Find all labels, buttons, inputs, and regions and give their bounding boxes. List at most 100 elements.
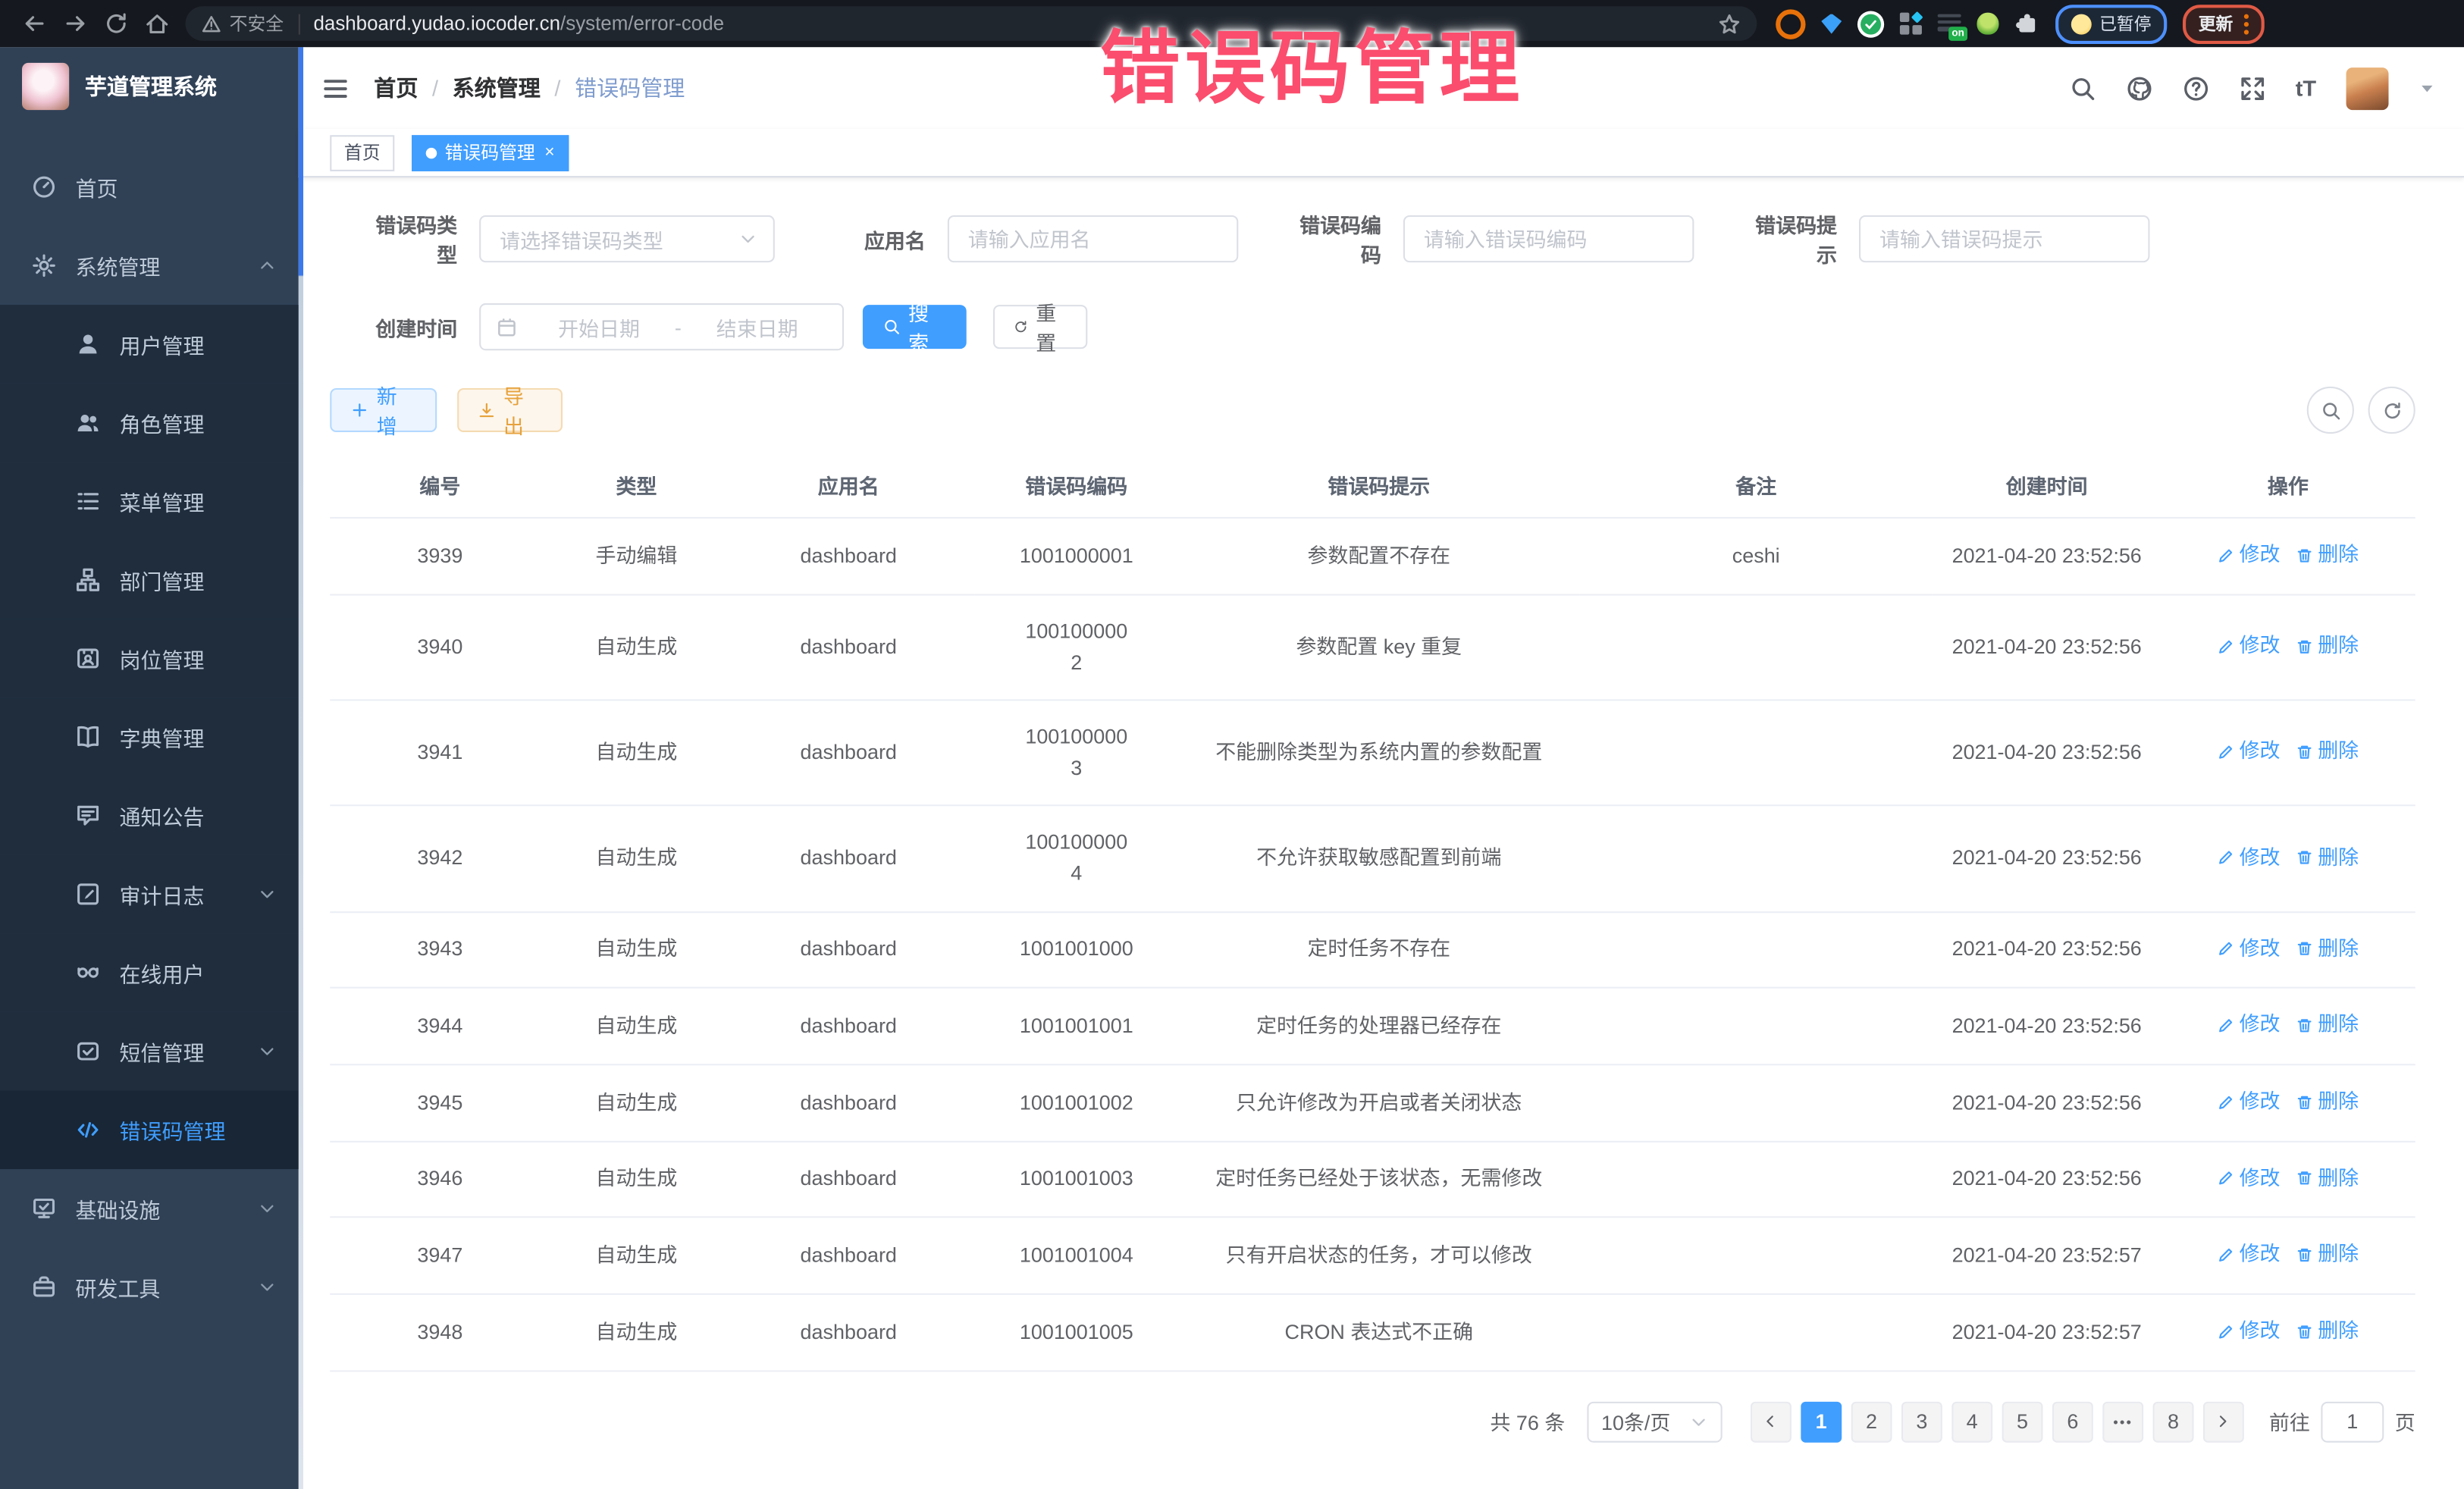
avatar-caret-icon[interactable] — [2419, 80, 2436, 97]
next-page-button[interactable] — [2203, 1401, 2244, 1442]
forward-icon[interactable] — [63, 11, 88, 36]
cell — [1579, 1064, 1933, 1141]
delete-link[interactable]: 删除 — [2296, 1239, 2359, 1271]
sidebar-item-4[interactable]: 菜单管理 — [0, 462, 299, 541]
page-button-5[interactable]: 5 — [2002, 1401, 2043, 1442]
toggle-search-button[interactable] — [2307, 387, 2354, 434]
tab-home[interactable]: 首页 — [330, 134, 394, 171]
delete-link[interactable]: 删除 — [2296, 1315, 2359, 1347]
extension-orange-icon[interactable] — [1776, 8, 1805, 38]
sidebar-item-10[interactable]: 在线用户 — [0, 933, 299, 1012]
page-button-1[interactable]: 1 — [1801, 1401, 1842, 1442]
cell: dashboard — [723, 911, 974, 988]
extensions-puzzle-icon[interactable] — [2014, 11, 2039, 36]
cell: ceshi — [1579, 518, 1933, 594]
github-icon[interactable] — [2126, 74, 2152, 101]
browser-update-button[interactable]: 更新 — [2183, 4, 2265, 43]
error-type-select[interactable]: 请选择错误码类型 — [479, 215, 775, 262]
delete-link[interactable]: 删除 — [2296, 736, 2359, 768]
close-tab-icon[interactable]: × — [544, 144, 554, 161]
edit-link[interactable]: 修改 — [2218, 933, 2281, 964]
reset-button[interactable]: 重置 — [993, 305, 1087, 349]
search-button[interactable]: 搜索 — [863, 305, 967, 349]
delete-link[interactable]: 删除 — [2296, 842, 2359, 873]
app-logo-row[interactable]: 芋道管理系统 — [0, 47, 299, 126]
edit-link[interactable]: 修改 — [2218, 1009, 2281, 1041]
breadcrumb-item-1[interactable]: 系统管理 — [453, 72, 541, 103]
page-button-4[interactable]: 4 — [1951, 1401, 1992, 1442]
delete-link[interactable]: 删除 — [2296, 933, 2359, 964]
edit-link[interactable]: 修改 — [2218, 1162, 2281, 1194]
error-hint-input-wrap — [1859, 215, 2149, 262]
edit-link[interactable]: 修改 — [2218, 736, 2281, 768]
page-button-8[interactable]: 8 — [2153, 1401, 2194, 1442]
delete-link[interactable]: 删除 — [2296, 630, 2359, 662]
edit-link[interactable]: 修改 — [2218, 842, 2281, 873]
badge-icon — [75, 646, 100, 671]
goto-page-input[interactable]: 1 — [2321, 1401, 2384, 1442]
refresh-table-button[interactable] — [2368, 387, 2415, 434]
date-range-picker[interactable]: 开始日期 - 结束日期 — [479, 303, 844, 350]
edit-link[interactable]: 修改 — [2218, 1086, 2281, 1118]
page-button-2[interactable]: 2 — [1851, 1401, 1892, 1442]
sidebar-item-6[interactable]: 岗位管理 — [0, 619, 299, 698]
sidebar-menu: 首页系统管理用户管理角色管理菜单管理部门管理岗位管理字典管理通知公告审计日志在线… — [0, 148, 299, 1327]
bookmark-star-icon[interactable] — [1717, 12, 1741, 36]
delete-link[interactable]: 删除 — [2296, 539, 2359, 571]
sidebar-item-3[interactable]: 角色管理 — [0, 384, 299, 462]
delete-link[interactable]: 删除 — [2296, 1009, 2359, 1041]
prev-page-button[interactable] — [1751, 1401, 1792, 1442]
delete-link[interactable]: 删除 — [2296, 1162, 2359, 1194]
sidebar-item-11[interactable]: 短信管理 — [0, 1012, 299, 1091]
reload-icon[interactable] — [104, 11, 129, 36]
sidebar-item-13[interactable]: 基础设施 — [0, 1169, 299, 1248]
tab-error-code[interactable]: 错误码管理× — [412, 134, 569, 171]
home-icon[interactable] — [145, 11, 170, 36]
kebab-menu-icon[interactable] — [2244, 14, 2249, 34]
app-name-input[interactable] — [949, 227, 1237, 251]
edit-link[interactable]: 修改 — [2218, 630, 2281, 662]
hamburger-icon[interactable] — [322, 74, 349, 101]
page-button-6[interactable]: 6 — [2052, 1401, 2093, 1442]
sidebar-scrollbar[interactable] — [299, 47, 303, 1489]
sidebar-item-8[interactable]: 通知公告 — [0, 776, 299, 855]
breadcrumb-separator: / — [432, 75, 438, 100]
sidebar-item-12[interactable]: 错误码管理 — [0, 1090, 299, 1169]
delete-link[interactable]: 删除 — [2296, 1086, 2359, 1118]
back-icon[interactable] — [22, 11, 47, 36]
page-button-3[interactable]: 3 — [1901, 1401, 1942, 1442]
profile-paused-chip[interactable]: 已暂停 — [2055, 4, 2167, 43]
sidebar-item-0[interactable]: 首页 — [0, 148, 299, 227]
actions-cell: 修改删除 — [2161, 1218, 2415, 1294]
sidebar-item-9[interactable]: 审计日志 — [0, 855, 299, 934]
cell: 定时任务已经处于该状态，无需修改 — [1179, 1141, 1580, 1218]
edit-link[interactable]: 修改 — [2218, 1239, 2281, 1271]
sidebar-item-7[interactable]: 字典管理 — [0, 697, 299, 776]
user-avatar[interactable] — [2346, 67, 2389, 109]
breadcrumb-item-0[interactable]: 首页 — [374, 72, 418, 103]
error-hint-input[interactable] — [1861, 227, 2148, 251]
export-button[interactable]: 导出 — [457, 388, 563, 432]
fullscreen-icon[interactable] — [2239, 74, 2265, 101]
sidebar-item-14[interactable]: 研发工具 — [0, 1248, 299, 1327]
edit-link[interactable]: 修改 — [2218, 1315, 2281, 1347]
cell — [1579, 911, 1933, 988]
help-icon[interactable] — [2183, 74, 2209, 101]
error-code-input[interactable] — [1405, 227, 1692, 251]
extension-gem-icon[interactable] — [1821, 14, 1842, 34]
extension-list-on-icon[interactable]: on — [1938, 14, 1961, 34]
header-search-icon[interactable] — [2069, 74, 2096, 101]
extension-spy-icon[interactable] — [1977, 13, 1998, 35]
page-size-select[interactable]: 10条/页 — [1587, 1401, 1722, 1442]
cell — [1579, 1141, 1933, 1218]
page-ellipsis[interactable]: ••• — [2102, 1401, 2143, 1442]
extension-check-icon[interactable] — [1857, 10, 1884, 36]
font-size-icon[interactable]: tT — [2296, 75, 2316, 100]
sidebar-item-2[interactable]: 用户管理 — [0, 305, 299, 384]
sidebar-item-5[interactable]: 部门管理 — [0, 541, 299, 619]
add-button[interactable]: 新增 — [330, 388, 437, 432]
cell: 3947 — [330, 1218, 550, 1294]
sidebar-item-1[interactable]: 系统管理 — [0, 226, 299, 305]
extension-grid-icon[interactable] — [1900, 13, 1922, 35]
edit-link[interactable]: 修改 — [2218, 539, 2281, 571]
